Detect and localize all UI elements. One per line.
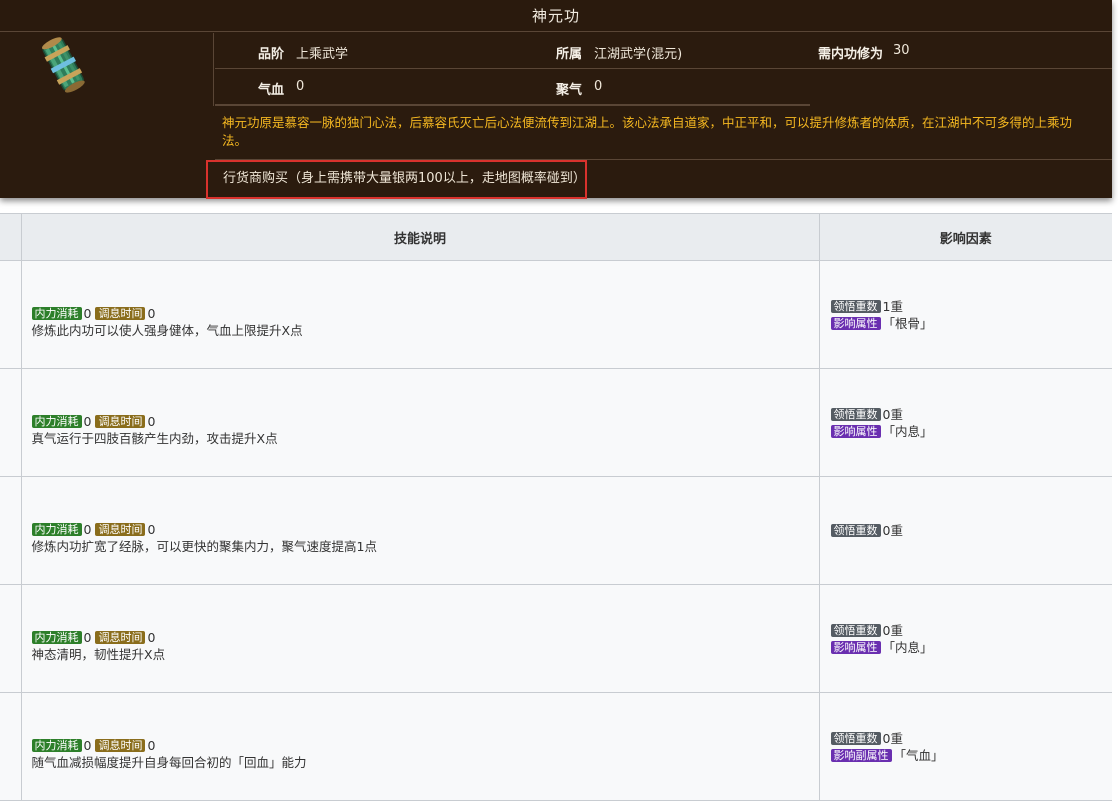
level-value: 0重 [882, 523, 903, 538]
neili-badge: 内力消耗 [31, 630, 82, 644]
level-badge: 领悟重数 [830, 524, 881, 537]
table-row: 内力消耗 0 调息时间 0 修炼此内功可以使人强身健体，气血上限提升X点 领悟重数 1重 影响… [0, 260, 1112, 369]
factor-cell: 领悟重数 1重 影响属性 「根骨」 [819, 260, 1112, 369]
qi-label: 聚气 [556, 83, 583, 98]
tiaoxi-badge: 调息时间 [95, 522, 146, 536]
skill-title: 神元功 [0, 0, 1112, 32]
tiaoxi-value: 0 [147, 305, 156, 321]
skill-info-panel: 神元功 品阶 上乘武学 所属 江湖武学(混元) 需内功修为 30 气血 0 聚气… [0, 0, 1112, 199]
tiaoxi-value: 0 [147, 737, 156, 753]
row-index-cell [0, 584, 22, 693]
level-badge: 领悟重数 [830, 623, 881, 637]
level-value: 0重 [882, 406, 903, 422]
row-index-cell [0, 476, 22, 585]
factor-cell: 领悟重数 0重 [819, 476, 1112, 585]
tiaoxi-badge: 调息时间 [95, 414, 146, 428]
tiaoxi-value: 0 [147, 521, 156, 537]
effect-text: 随气血减损幅度提升自身每回合初的「回血」能力 [31, 754, 307, 770]
level-badge: 领悟重数 [830, 299, 881, 313]
tiaoxi-badge: 调息时间 [95, 738, 146, 752]
grade-label: 品阶 [258, 47, 285, 62]
info-row-2: 气血 0 聚气 0 [215, 69, 810, 105]
attribute-value: 「气血」 [893, 747, 944, 763]
acquisition-source: 行货商购买（身上需携带大量银两100以上，走地图概率碰到） [206, 160, 587, 199]
neili-badge: 内力消耗 [31, 414, 82, 428]
effect-text: 修炼此内功可以使人强身健体，气血上限提升X点 [31, 322, 303, 338]
table-header-description: 技能说明 [21, 213, 820, 261]
description-cell: 内力消耗 0 调息时间 0 修炼内功扩宽了经脉，可以更快的聚集内力，聚气速度提高1点 [21, 476, 820, 585]
table-header-row: 技能说明 影响因素 [0, 213, 1112, 261]
description-cell: 内力消耗 0 调息时间 0 神态清明，韧性提升X点 [21, 584, 820, 693]
tiaoxi-badge: 调息时间 [95, 306, 146, 320]
table-row: 内力消耗 0 调息时间 0 神态清明，韧性提升X点 领悟重数 0重 影响属性 「内息」 [0, 584, 1112, 693]
table-row: 内力消耗 0 调息时间 0 真气运行于四肢百骸产生内劲，攻击提升X点 领悟重数 0重 影响属性… [0, 368, 1112, 477]
row-index-cell [0, 692, 22, 801]
effect-text: 神态清明，韧性提升X点 [31, 646, 166, 662]
attribute-badge: 影响属性 [830, 640, 881, 654]
row-index-cell [0, 368, 22, 477]
neili-badge: 内力消耗 [31, 306, 82, 320]
faction-value: 江湖武学(混元) [594, 47, 683, 62]
table-header-factor: 影响因素 [819, 213, 1112, 261]
divider [215, 105, 810, 106]
effect-text: 真气运行于四肢百骸产生内劲，攻击提升X点 [31, 430, 278, 446]
factor-cell: 领悟重数 0重 影响属性 「内息」 [819, 368, 1112, 477]
hp-value: 0 [296, 79, 305, 94]
attribute-value: 「根骨」 [882, 315, 933, 331]
neili-value: 0 [83, 629, 92, 645]
attribute-badge: 影响属性 [830, 424, 881, 438]
attribute-value: 「内息」 [882, 639, 933, 655]
level-value: 1重 [882, 298, 903, 314]
hp-label: 气血 [258, 83, 285, 98]
tiaoxi-badge: 调息时间 [95, 630, 146, 644]
neili-badge: 内力消耗 [31, 738, 82, 752]
factor-cell: 领悟重数 0重 影响属性 「内息」 [819, 584, 1112, 693]
description-cell: 内力消耗 0 调息时间 0 随气血减损幅度提升自身每回合初的「回血」能力 [21, 692, 820, 801]
info-row-1: 品阶 上乘武学 所属 江湖武学(混元) 需内功修为 30 [215, 33, 1112, 69]
attribute-badge: 影响副属性 [830, 748, 892, 762]
level-badge: 领悟重数 [830, 731, 881, 745]
level-value: 0重 [882, 730, 903, 746]
qi-value: 0 [594, 79, 603, 94]
skill-levels-table: 技能说明 影响因素 内力消耗 0 调息时间 0 修炼此内功可以使人强身健体，气血上限提升… [0, 213, 1112, 801]
attribute-value: 「内息」 [882, 423, 933, 439]
neili-value: 0 [83, 413, 92, 429]
row-index-cell [0, 260, 22, 369]
tiaoxi-value: 0 [147, 413, 156, 429]
skill-description: 神元功原是慕容一脉的独门心法，后慕容氏灭亡后心法便流传到江湖上。该心法承自道家，… [222, 115, 1073, 148]
requirement-value: 30 [893, 43, 910, 58]
description-cell: 内力消耗 0 调息时间 0 真气运行于四肢百骸产生内劲，攻击提升X点 [21, 368, 820, 477]
requirement-label: 需内功修为 [818, 47, 884, 62]
table-row: 内力消耗 0 调息时间 0 随气血减损幅度提升自身每回合初的「回血」能力 领悟重数 0重 影响… [0, 692, 1112, 801]
scroll-icon [41, 37, 85, 93]
grade-value: 上乘武学 [296, 47, 349, 62]
effect-text: 修炼内功扩宽了经脉，可以更快的聚集内力，聚气速度提高1点 [31, 538, 377, 554]
factor-cell: 领悟重数 0重影响副属性 「气血」 [819, 692, 1112, 801]
tiaoxi-value: 0 [147, 629, 156, 645]
attribute-badge: 影响属性 [830, 316, 881, 330]
faction-label: 所属 [556, 47, 583, 62]
table-header-index [0, 213, 22, 261]
neili-value: 0 [83, 305, 92, 321]
level-value: 0重 [882, 622, 903, 638]
skill-icon-cell [0, 33, 214, 106]
table-row: 内力消耗 0 调息时间 0 修炼内功扩宽了经脉，可以更快的聚集内力，聚气速度提高1点 领悟… [0, 476, 1112, 585]
description-cell: 内力消耗 0 调息时间 0 修炼此内功可以使人强身健体，气血上限提升X点 [21, 260, 820, 369]
neili-value: 0 [83, 521, 92, 537]
neili-value: 0 [83, 737, 92, 753]
level-badge: 领悟重数 [830, 407, 881, 421]
neili-badge: 内力消耗 [31, 522, 82, 536]
